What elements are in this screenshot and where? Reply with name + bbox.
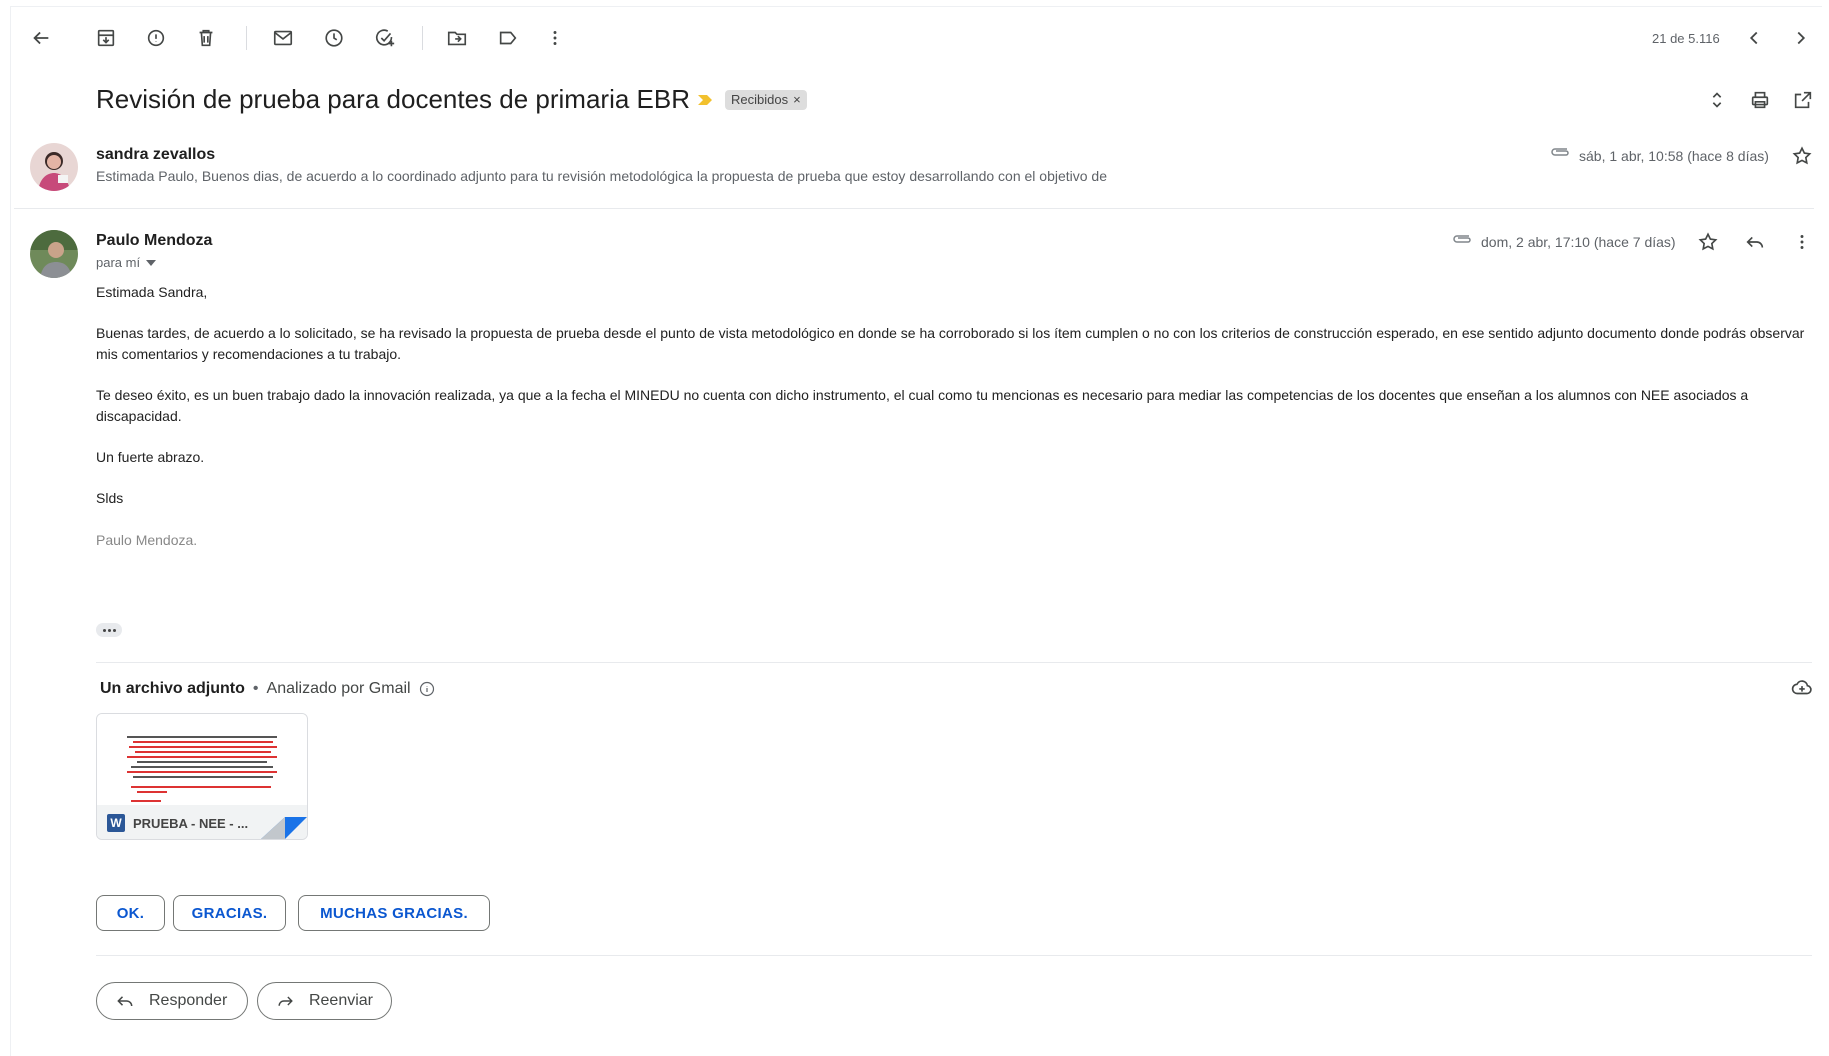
- reply-icon[interactable]: [1737, 224, 1773, 260]
- attachments-header: Un archivo adjunto • Analizado por Gmail: [100, 680, 435, 698]
- attachments-divider: [96, 662, 1812, 663]
- back-arrow-icon[interactable]: [23, 20, 59, 56]
- forward-label: Reenviar: [308, 992, 373, 1009]
- newer-chevron-left-icon[interactable]: [1736, 20, 1772, 56]
- message-signature: Paulo Mendoza.: [96, 532, 198, 548]
- toolbar-separator: [422, 26, 423, 50]
- attachment-clip-icon: [1549, 145, 1571, 164]
- more-vert-icon[interactable]: [1784, 224, 1820, 260]
- snooze-clock-icon[interactable]: [316, 20, 352, 56]
- attachment-preview: [97, 714, 307, 805]
- mark-unread-icon[interactable]: [265, 20, 301, 56]
- older-chevron-right-icon[interactable]: [1783, 20, 1819, 56]
- show-trimmed-content-button[interactable]: [96, 623, 122, 637]
- forward-button[interactable]: Reenviar: [257, 982, 392, 1020]
- word-file-icon: W: [107, 814, 125, 832]
- label-icon[interactable]: [490, 20, 526, 56]
- folded-corner-icon: [261, 817, 307, 839]
- sender-name: Paulo Mendoza: [96, 232, 213, 249]
- expand-all-icon[interactable]: [1699, 82, 1735, 118]
- recipient-text: para mí: [96, 255, 141, 270]
- importance-marker-icon[interactable]: [697, 92, 713, 113]
- sender-name: sandra zevallos: [96, 146, 216, 163]
- attachments-separator: •: [252, 680, 259, 697]
- message-paragraph: Buenas tardes, de acuerdo a lo solicitad…: [96, 325, 1805, 362]
- email-subject: Revisión de prueba para docentes de prim…: [96, 84, 691, 114]
- archive-icon[interactable]: [88, 20, 124, 56]
- toolbar-separator: [246, 26, 247, 50]
- print-icon[interactable]: [1742, 82, 1778, 118]
- message-greeting: Estimada Sandra,: [96, 284, 208, 300]
- message-date: dom, 2 abr, 17:10 (hace 7 días): [1481, 234, 1676, 250]
- add-to-drive-icon[interactable]: [1784, 670, 1820, 706]
- recipient-toggle[interactable]: para mí: [96, 255, 157, 270]
- move-to-folder-icon[interactable]: [439, 20, 475, 56]
- message-paragraph: Te deseo éxito, es un buen trabajo dado …: [96, 387, 1749, 424]
- message-snippet[interactable]: Estimada Paulo, Buenos dias, de acuerdo …: [96, 168, 1107, 184]
- message-divider: [14, 208, 1814, 209]
- message-regards: Slds: [96, 490, 124, 506]
- attachment-card[interactable]: W PRUEBA - NEE - ...: [96, 713, 308, 840]
- reply-icon: [117, 996, 133, 1007]
- message-counter: 21 de 5.116: [1652, 31, 1720, 46]
- label-text: Recibidos: [731, 92, 789, 107]
- scanned-by-gmail: Analizado por Gmail: [266, 680, 411, 697]
- attachments-title: Un archivo adjunto: [100, 680, 245, 697]
- avatar-paulo: [30, 230, 78, 278]
- footer-divider: [96, 955, 1812, 956]
- dropdown-arrow-icon: [146, 259, 157, 266]
- info-icon[interactable]: [419, 681, 435, 697]
- avatar-sandra: [30, 143, 78, 191]
- smart-reply-button[interactable]: MUCHAS GRACIAS.: [298, 895, 490, 931]
- message-date: sáb, 1 abr, 10:58 (hace 8 días): [1579, 148, 1769, 164]
- smart-reply-button[interactable]: GRACIAS.: [173, 895, 286, 931]
- report-spam-icon[interactable]: [138, 20, 174, 56]
- remove-label-icon[interactable]: ×: [793, 90, 801, 110]
- inbox-label-chip[interactable]: Recibidos ×: [725, 90, 807, 110]
- message-closing: Un fuerte abrazo.: [96, 449, 205, 465]
- delete-icon[interactable]: [188, 20, 224, 56]
- reply-label: Responder: [149, 992, 228, 1009]
- add-to-tasks-icon[interactable]: [367, 20, 403, 56]
- star-icon[interactable]: [1690, 224, 1726, 260]
- reply-button[interactable]: Responder: [96, 982, 248, 1020]
- attachment-clip-icon: [1451, 232, 1473, 251]
- more-vert-icon[interactable]: [537, 20, 573, 56]
- attachment-filename: PRUEBA - NEE - ...: [133, 815, 249, 831]
- star-icon[interactable]: [1784, 138, 1820, 174]
- open-new-window-icon[interactable]: [1785, 82, 1821, 118]
- smart-reply-button[interactable]: OK.: [96, 895, 165, 931]
- forward-icon: [278, 996, 293, 1006]
